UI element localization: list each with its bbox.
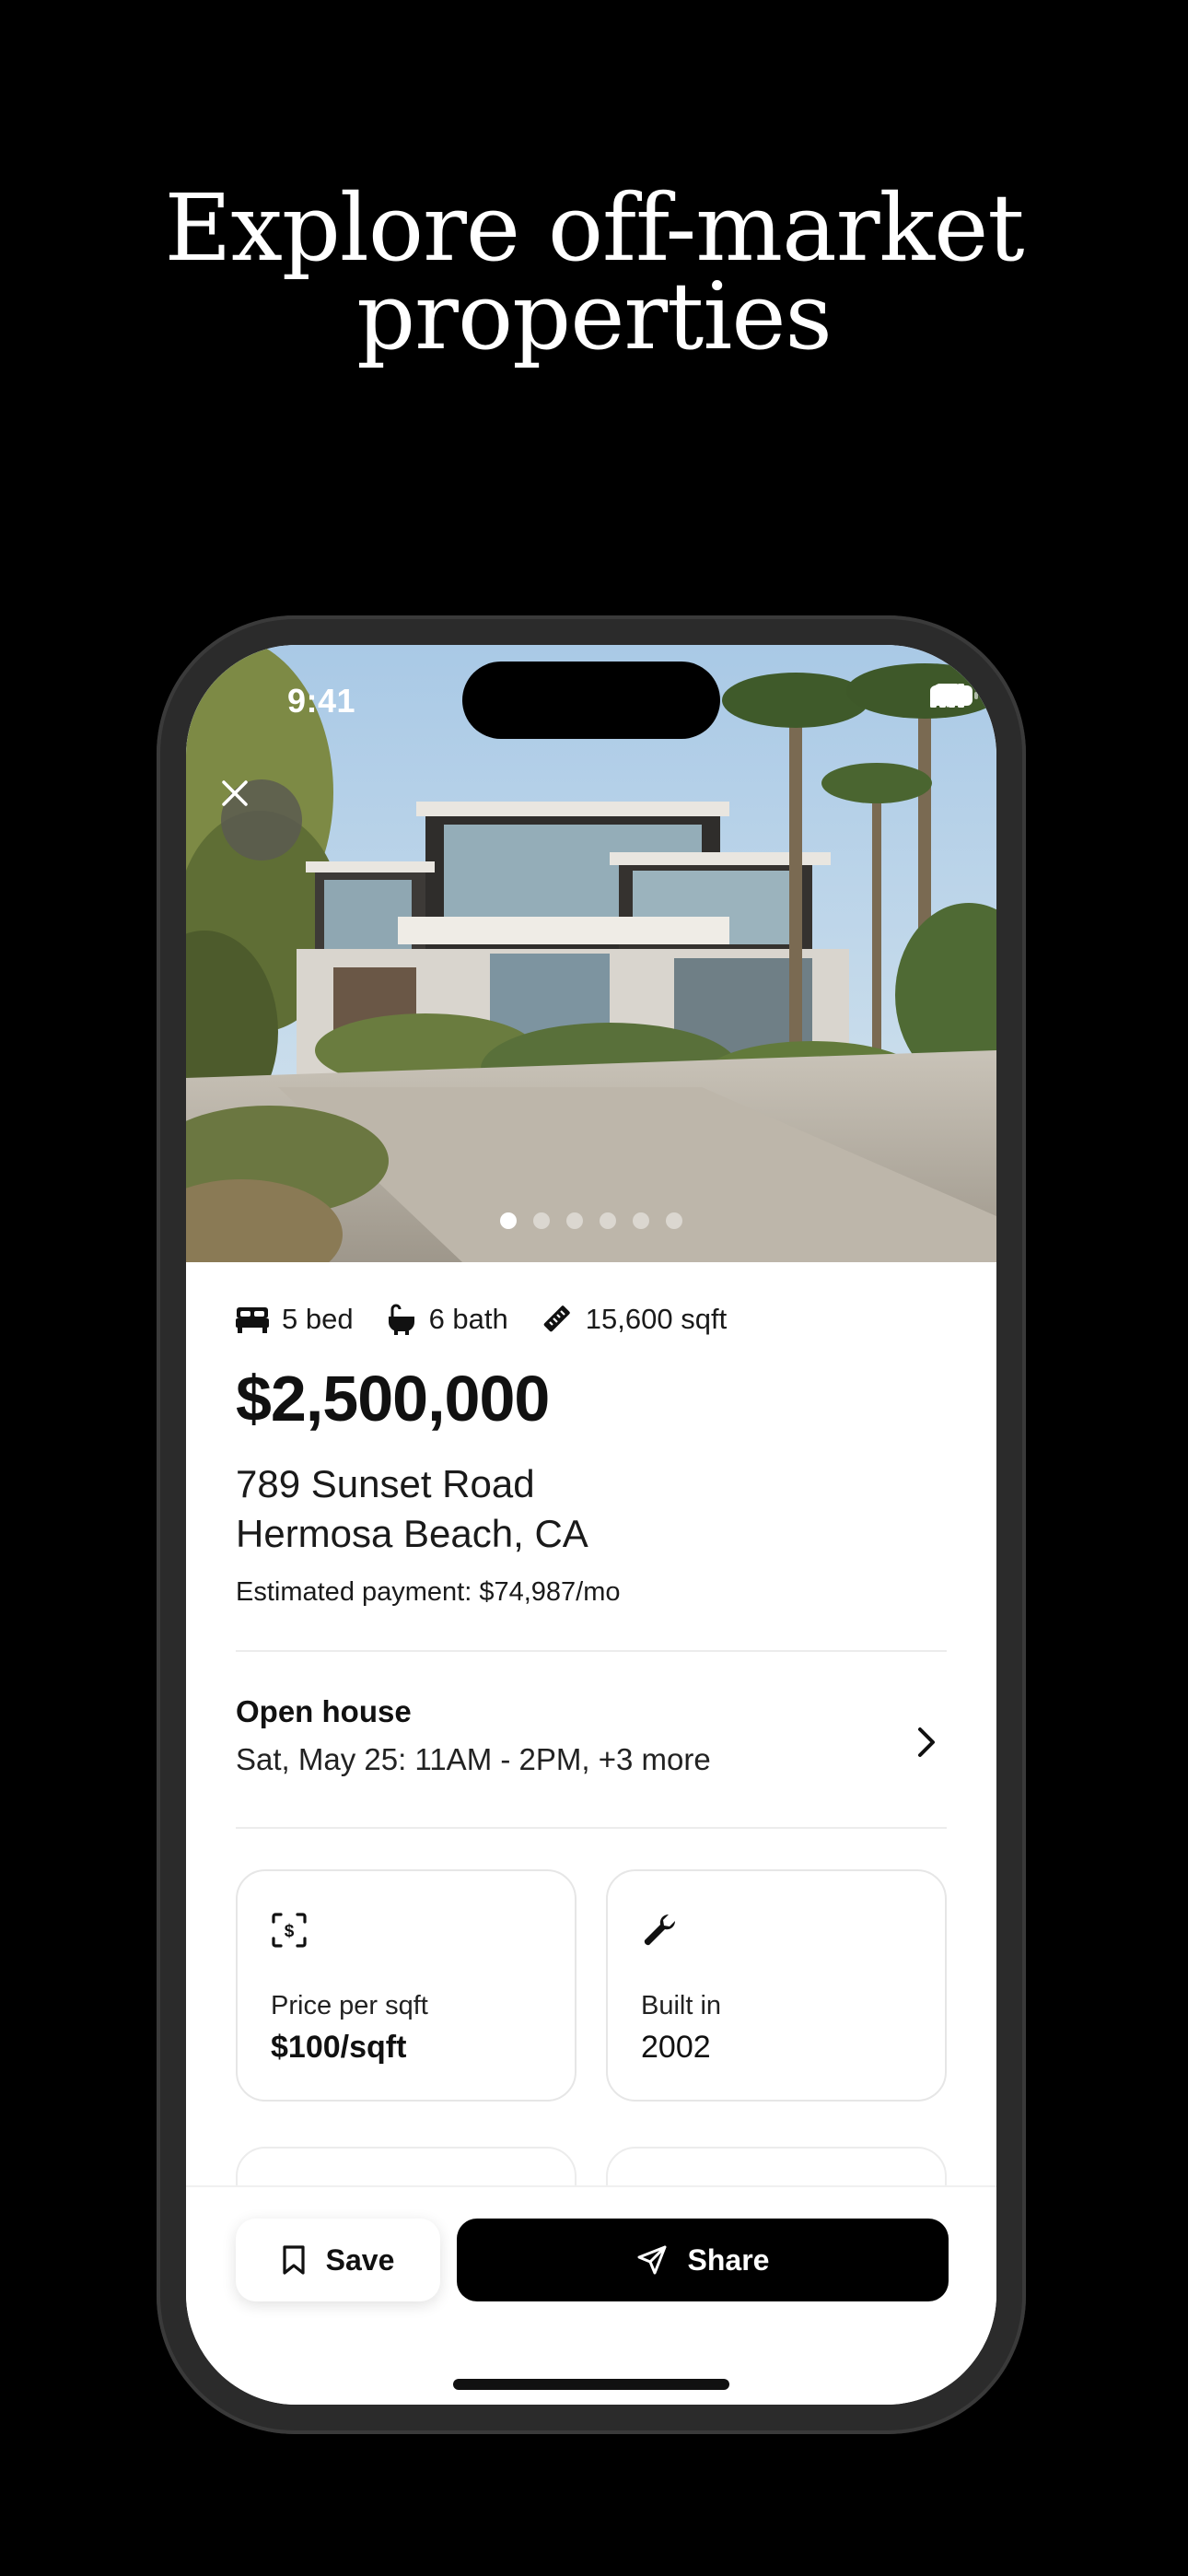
share-label: Share [687,2242,770,2277]
dynamic-island [462,662,720,739]
fact-value: 2002 [641,2030,711,2065]
share-button[interactable]: Share [457,2219,949,2301]
ruler-icon [543,1306,570,1332]
battery-icon [930,685,978,706]
spec-baths-label: 6 bath [428,1303,508,1335]
status-time: 9:41 [287,682,356,720]
close-icon [222,780,248,806]
open-house-times: Sat, May 25: 11AM - 2PM, +3 more [236,1742,711,1776]
wrench-icon [644,1914,676,1946]
page-headline: Explore off-market properties [0,174,1188,370]
fact-label: Built in [641,1991,722,2020]
gallery-dot[interactable] [533,1212,550,1229]
gallery-dot[interactable] [600,1212,616,1229]
open-house-title: Open house [236,1694,412,1728]
listing-address: 789 Sunset Road Hermosa Beach, CA [236,1459,947,1559]
bed-icon [236,1307,269,1333]
property-facts: $ Price per sqft $100/sqft Built in 2002 [236,1869,947,2109]
save-label: Save [325,2242,395,2277]
fact-label: Price per sqft [271,1991,428,2020]
fact-value: $100/sqft [271,2030,407,2065]
dollar-scan-icon: $ [272,1913,307,1948]
fact-card-built-in: Built in 2002 [606,1869,947,2102]
property-photo-gallery[interactable]: 9:41 [186,645,996,1262]
spec-sqft-label: 15,600 sqft [585,1303,728,1335]
fact-card-price-per-sqft: $ Price per sqft $100/sqft [236,1869,577,2102]
gallery-dot[interactable] [500,1212,517,1229]
spec-baths: 6 bath [385,1303,508,1336]
gallery-dot[interactable] [633,1212,649,1229]
chevron-right-icon [918,1727,935,1757]
gallery-dot[interactable] [666,1212,682,1229]
send-icon [637,2245,667,2275]
phone-frame: 9:41 5 bed 6 bath 15,600 sqft $2,500,000… [157,615,1026,2434]
gallery-dot[interactable] [566,1212,583,1229]
phone-screen: 9:41 5 bed 6 bath 15,600 sqft $2,500,000… [186,645,996,2405]
spec-beds-label: 5 bed [282,1303,354,1335]
gallery-pagination[interactable] [186,1212,996,1229]
estimated-payment: Estimated payment: $74,987/mo [236,1577,621,1607]
property-specs: 5 bed 6 bath 15,600 sqft [236,1303,947,1336]
action-bar: Save Share [186,2185,996,2405]
bookmark-icon [283,2245,305,2275]
bathtub-icon [388,1304,414,1335]
listing-price: $2,500,000 [236,1363,550,1434]
listing-details: 5 bed 6 bath 15,600 sqft $2,500,000 789 … [236,1262,947,2109]
svg-text:$: $ [285,1922,295,1941]
spec-beds: 5 bed [236,1303,354,1336]
close-button[interactable] [221,779,302,861]
address-line-1: 789 Sunset Road [236,1462,535,1505]
headline-line-1: Explore off-market [164,174,1024,282]
divider [236,1827,947,1829]
save-button[interactable]: Save [236,2219,440,2301]
address-line-2: Hermosa Beach, CA [236,1512,588,1555]
headline-line-2: properties [356,263,833,370]
spec-sqft: 15,600 sqft [540,1303,727,1336]
home-indicator [453,2379,729,2390]
open-house-row[interactable]: Open house Sat, May 25: 11AM - 2PM, +3 m… [236,1652,947,1827]
